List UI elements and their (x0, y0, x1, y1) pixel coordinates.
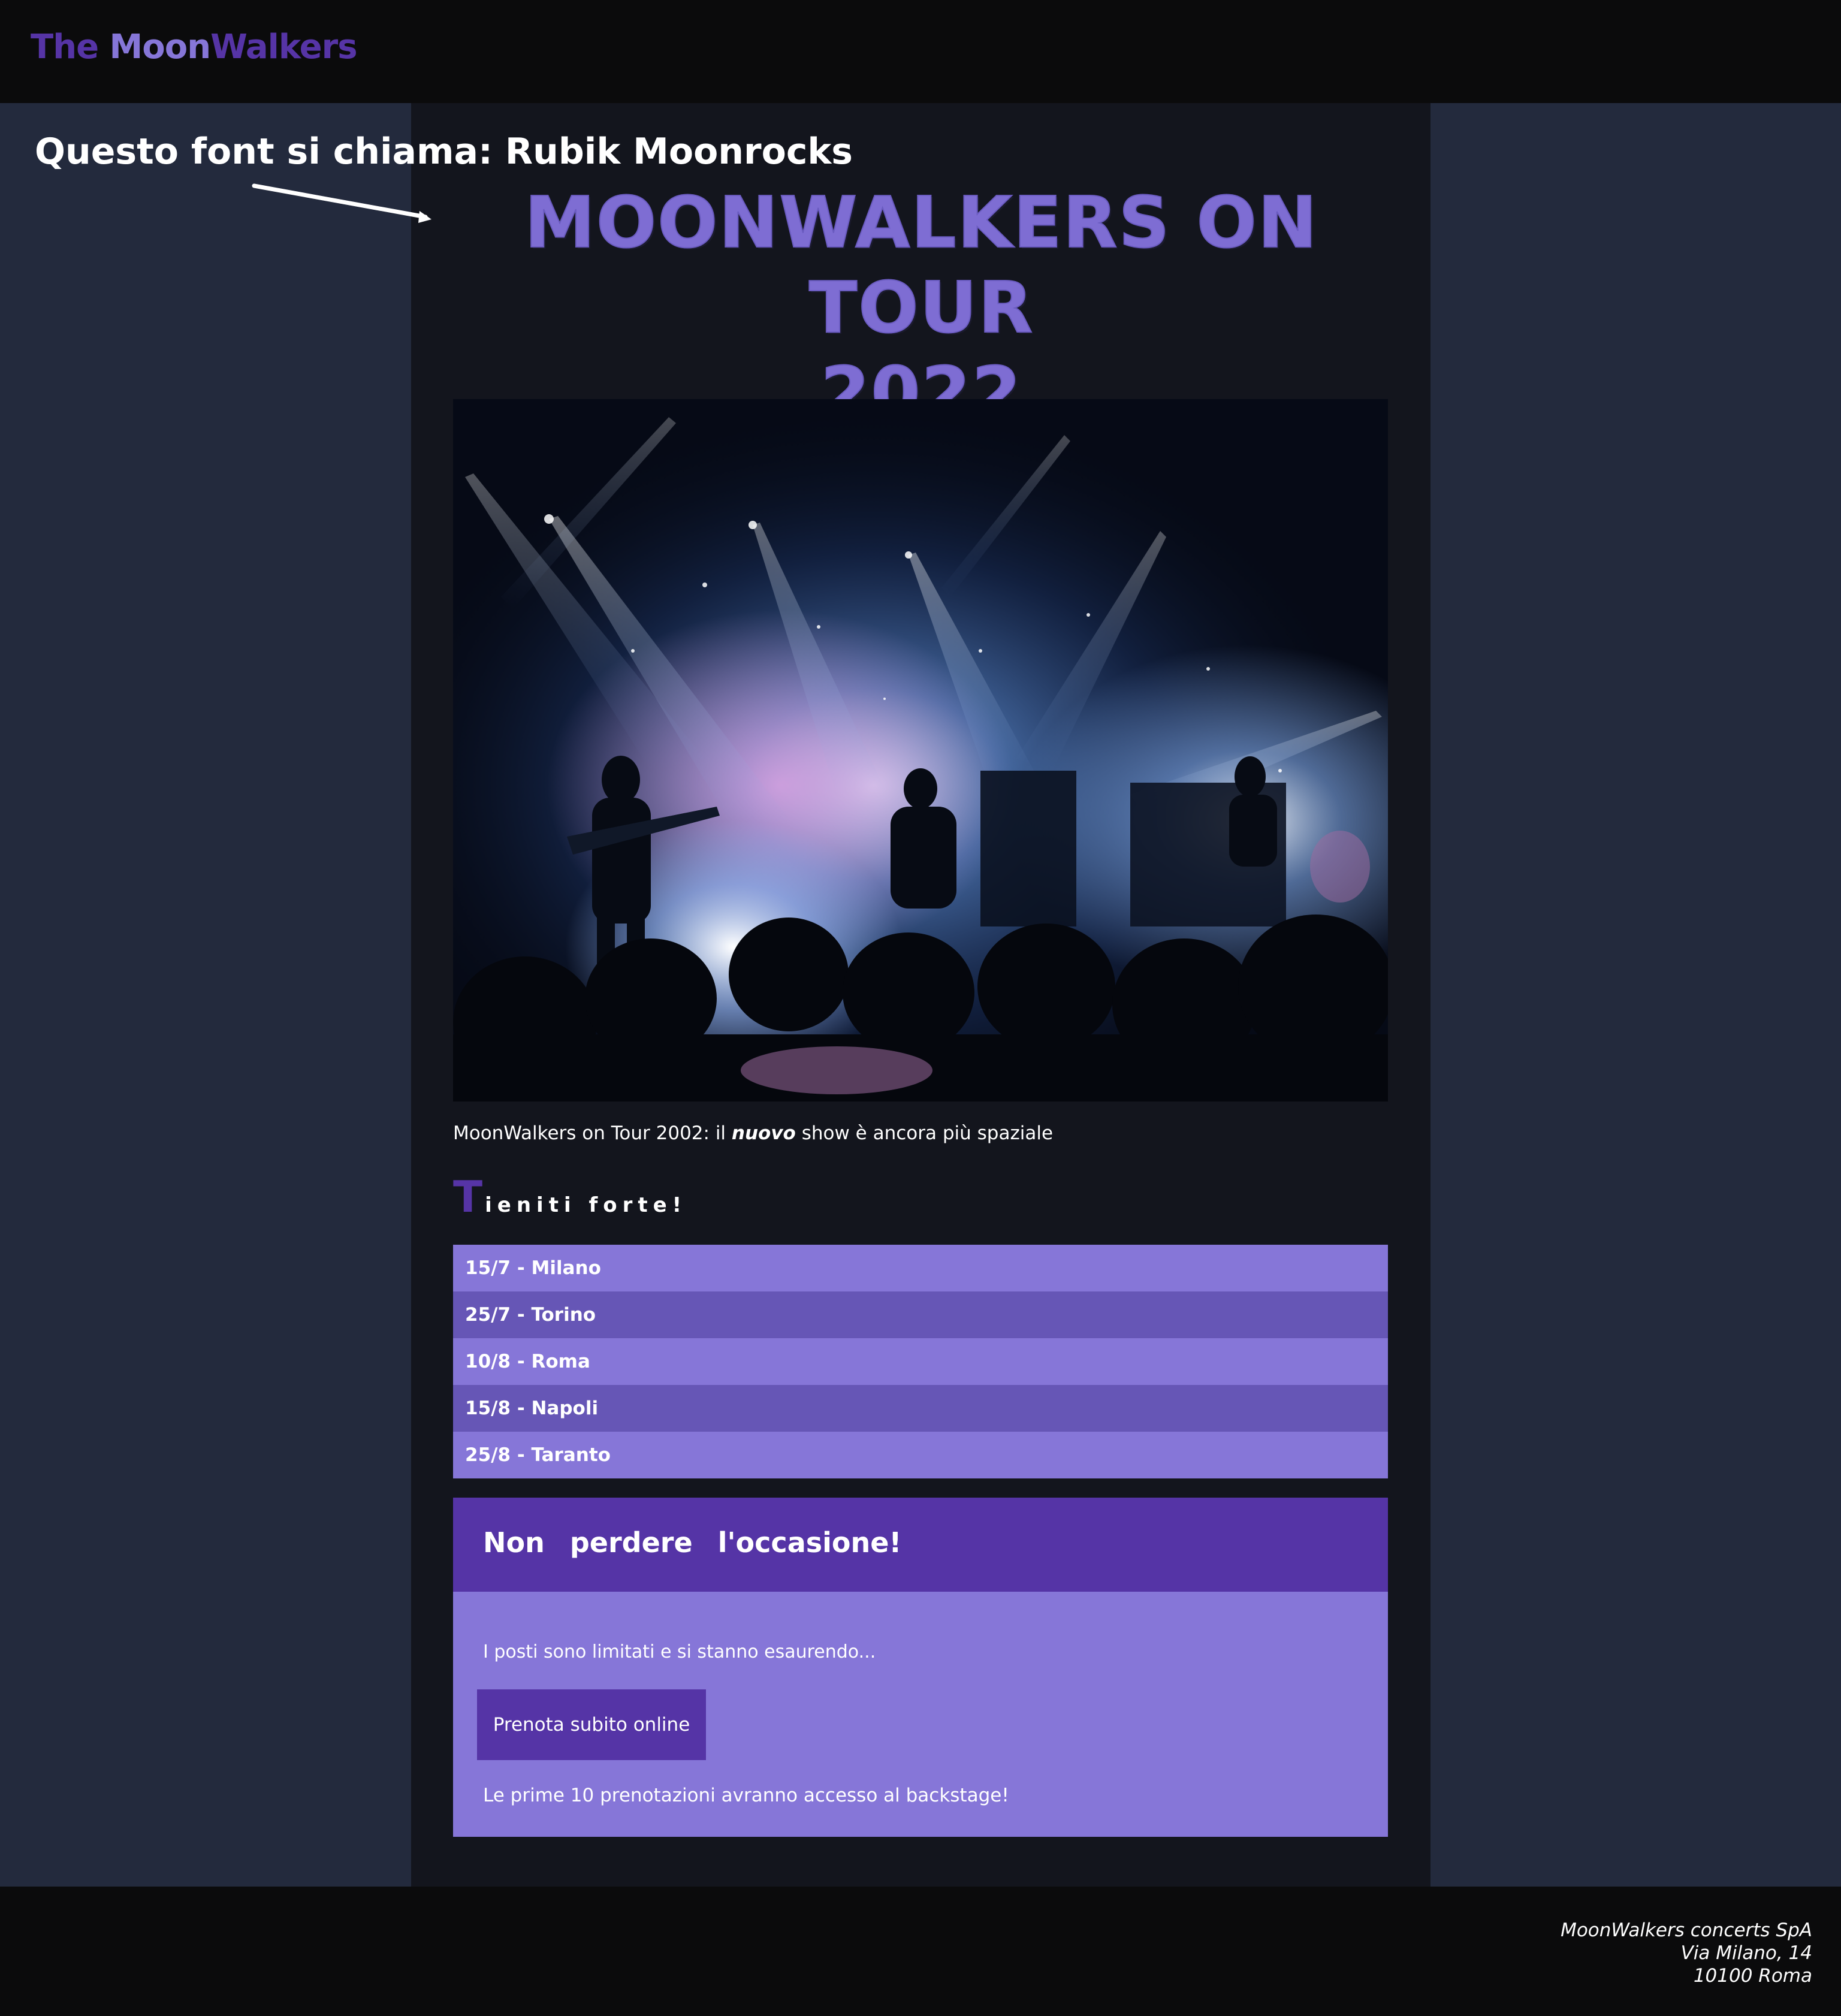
page-footer: MoonWalkers concerts SpA Via Milano, 14 … (0, 1887, 1841, 2016)
footer-street: Via Milano, 14 (1680, 1942, 1812, 1964)
page-title: MOONWALKERS ON TOUR 2022 (443, 180, 1399, 435)
photo-caption: MoonWalkers on Tour 2002: il nuovo show … (453, 1122, 1053, 1144)
tour-date-item: 25/8 - Taranto (453, 1432, 1388, 1478)
cta-availability-text: I posti sono limitati e si stanno esaure… (483, 1641, 876, 1662)
arrow-icon (252, 183, 431, 223)
concert-photo (453, 399, 1388, 1101)
cta-backstage-text: Le prime 10 prenotazioni avranno accesso… (483, 1785, 1009, 1806)
brand-word-moon: Moon (109, 28, 212, 67)
caption-text-before: MoonWalkers on Tour 2002: il (453, 1122, 732, 1144)
tour-date-item: 15/7 - Milano (453, 1245, 1388, 1291)
caption-text-after: show è ancora più spaziale (795, 1122, 1054, 1144)
font-annotation: Questo font si chiama: Rubik Moonrocks (35, 131, 853, 173)
book-online-button[interactable]: Prenota subito online (477, 1689, 706, 1760)
top-header: The MoonWalkers (0, 0, 1841, 103)
cta-title: Non perdere l'occasione! (483, 1526, 902, 1559)
cta-body: I posti sono limitati e si stanno esaure… (453, 1592, 1388, 1837)
concert-image (453, 399, 1388, 1101)
footer-city: 10100 Roma (1693, 1965, 1812, 1987)
tour-date-item: 25/7 - Torino (453, 1291, 1388, 1338)
footer-company: MoonWalkers concerts SpA (1561, 1920, 1812, 1941)
tour-date-item: 15/8 - Napoli (453, 1385, 1388, 1432)
cta-header: Non perdere l'occasione! (453, 1498, 1388, 1592)
tour-date-item: 10/8 - Roma (453, 1338, 1388, 1385)
brand-word-walkers: Walkers (210, 28, 357, 67)
heading-rest: ieniti forte! (485, 1193, 687, 1217)
heading-initial: T (453, 1172, 485, 1222)
page-title-line-1: MOONWALKERS ON TOUR (524, 180, 1318, 349)
tour-dates-list: 15/7 - Milano 25/7 - Torino 10/8 - Roma … (453, 1245, 1388, 1478)
brand-logo[interactable]: The MoonWalkers (31, 28, 358, 67)
brand-word-the: The (31, 28, 110, 67)
caption-emphasis: nuovo (731, 1122, 796, 1144)
footer-address: MoonWalkers concerts SpA Via Milano, 14 … (1561, 1919, 1812, 1987)
section-heading: Tieniti forte! (453, 1172, 687, 1222)
